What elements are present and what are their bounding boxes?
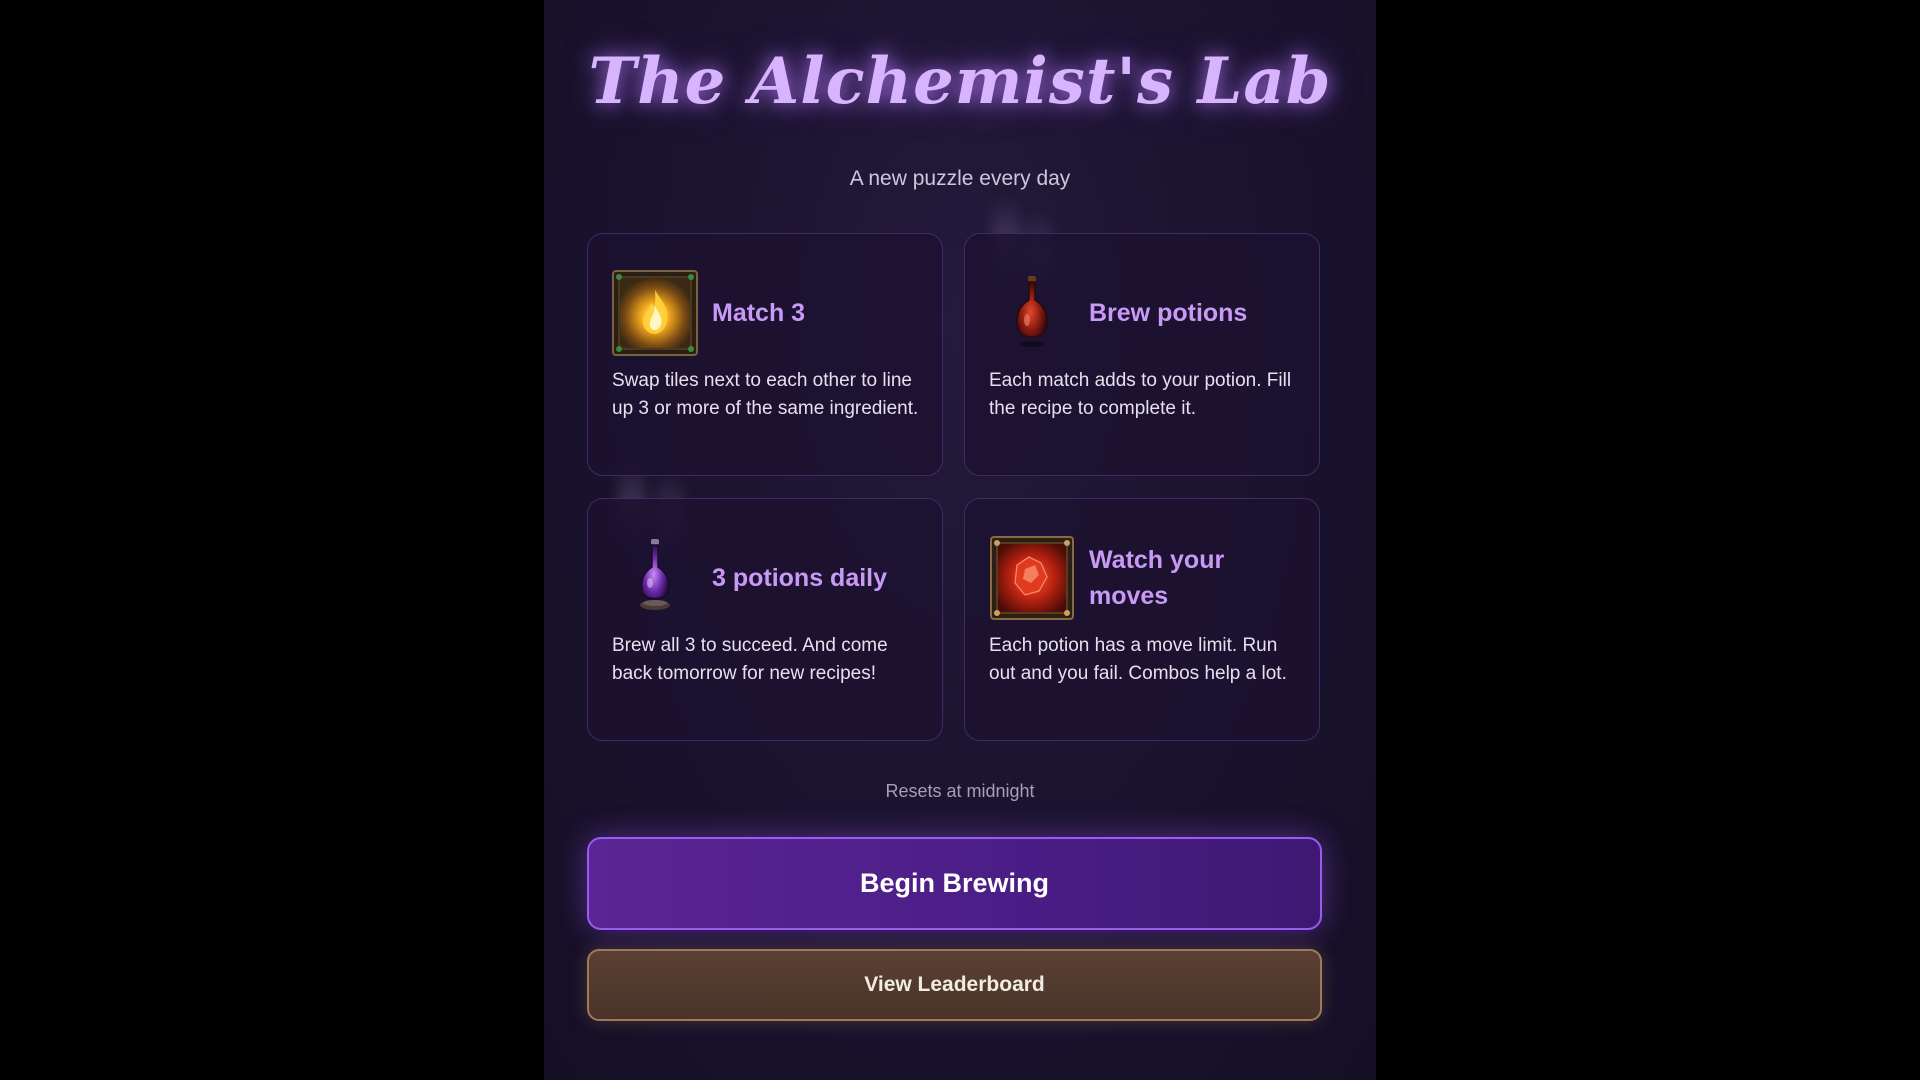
view-leaderboard-button[interactable]: View Leaderboard [587, 949, 1322, 1021]
red-crystal-tile-icon [989, 535, 1075, 621]
start-screen-panel: The Alchemist's Lab A new puzzle every d… [544, 0, 1376, 1080]
card-description: Brew all 3 to succeed. And come back tom… [612, 635, 888, 684]
card-title: Watch your moves [1089, 546, 1225, 610]
reset-notice: Resets at midnight [885, 781, 1035, 801]
purple-potion-flask-icon [612, 535, 698, 621]
card-brew-potions: Brew potions Each match adds to your pot… [964, 233, 1320, 476]
game-title: The Alchemist's Lab [588, 44, 1332, 119]
card-title: 3 potions daily [712, 564, 888, 592]
fire-ingredient-tile-icon [612, 270, 698, 356]
card-description: Each potion has a move limit. Run out an… [989, 635, 1287, 684]
game-subtitle: A new puzzle every day [849, 167, 1071, 190]
card-3-potions-daily: 3 potions daily Brew all 3 to succeed. A… [587, 498, 943, 741]
card-description: Swap tiles next to each other to line up… [612, 370, 919, 419]
red-potion-flask-icon [989, 270, 1075, 356]
begin-brewing-button[interactable]: Begin Brewing [587, 837, 1322, 930]
card-title: Brew potions [1089, 299, 1248, 327]
card-watch-your-moves: Watch your moves Each potion has a move … [964, 498, 1320, 741]
card-match-3: Match 3 Swap tiles next to each other to… [587, 233, 943, 476]
card-title: Match 3 [712, 299, 806, 327]
card-description: Each match adds to your potion. Fill the… [989, 370, 1292, 419]
